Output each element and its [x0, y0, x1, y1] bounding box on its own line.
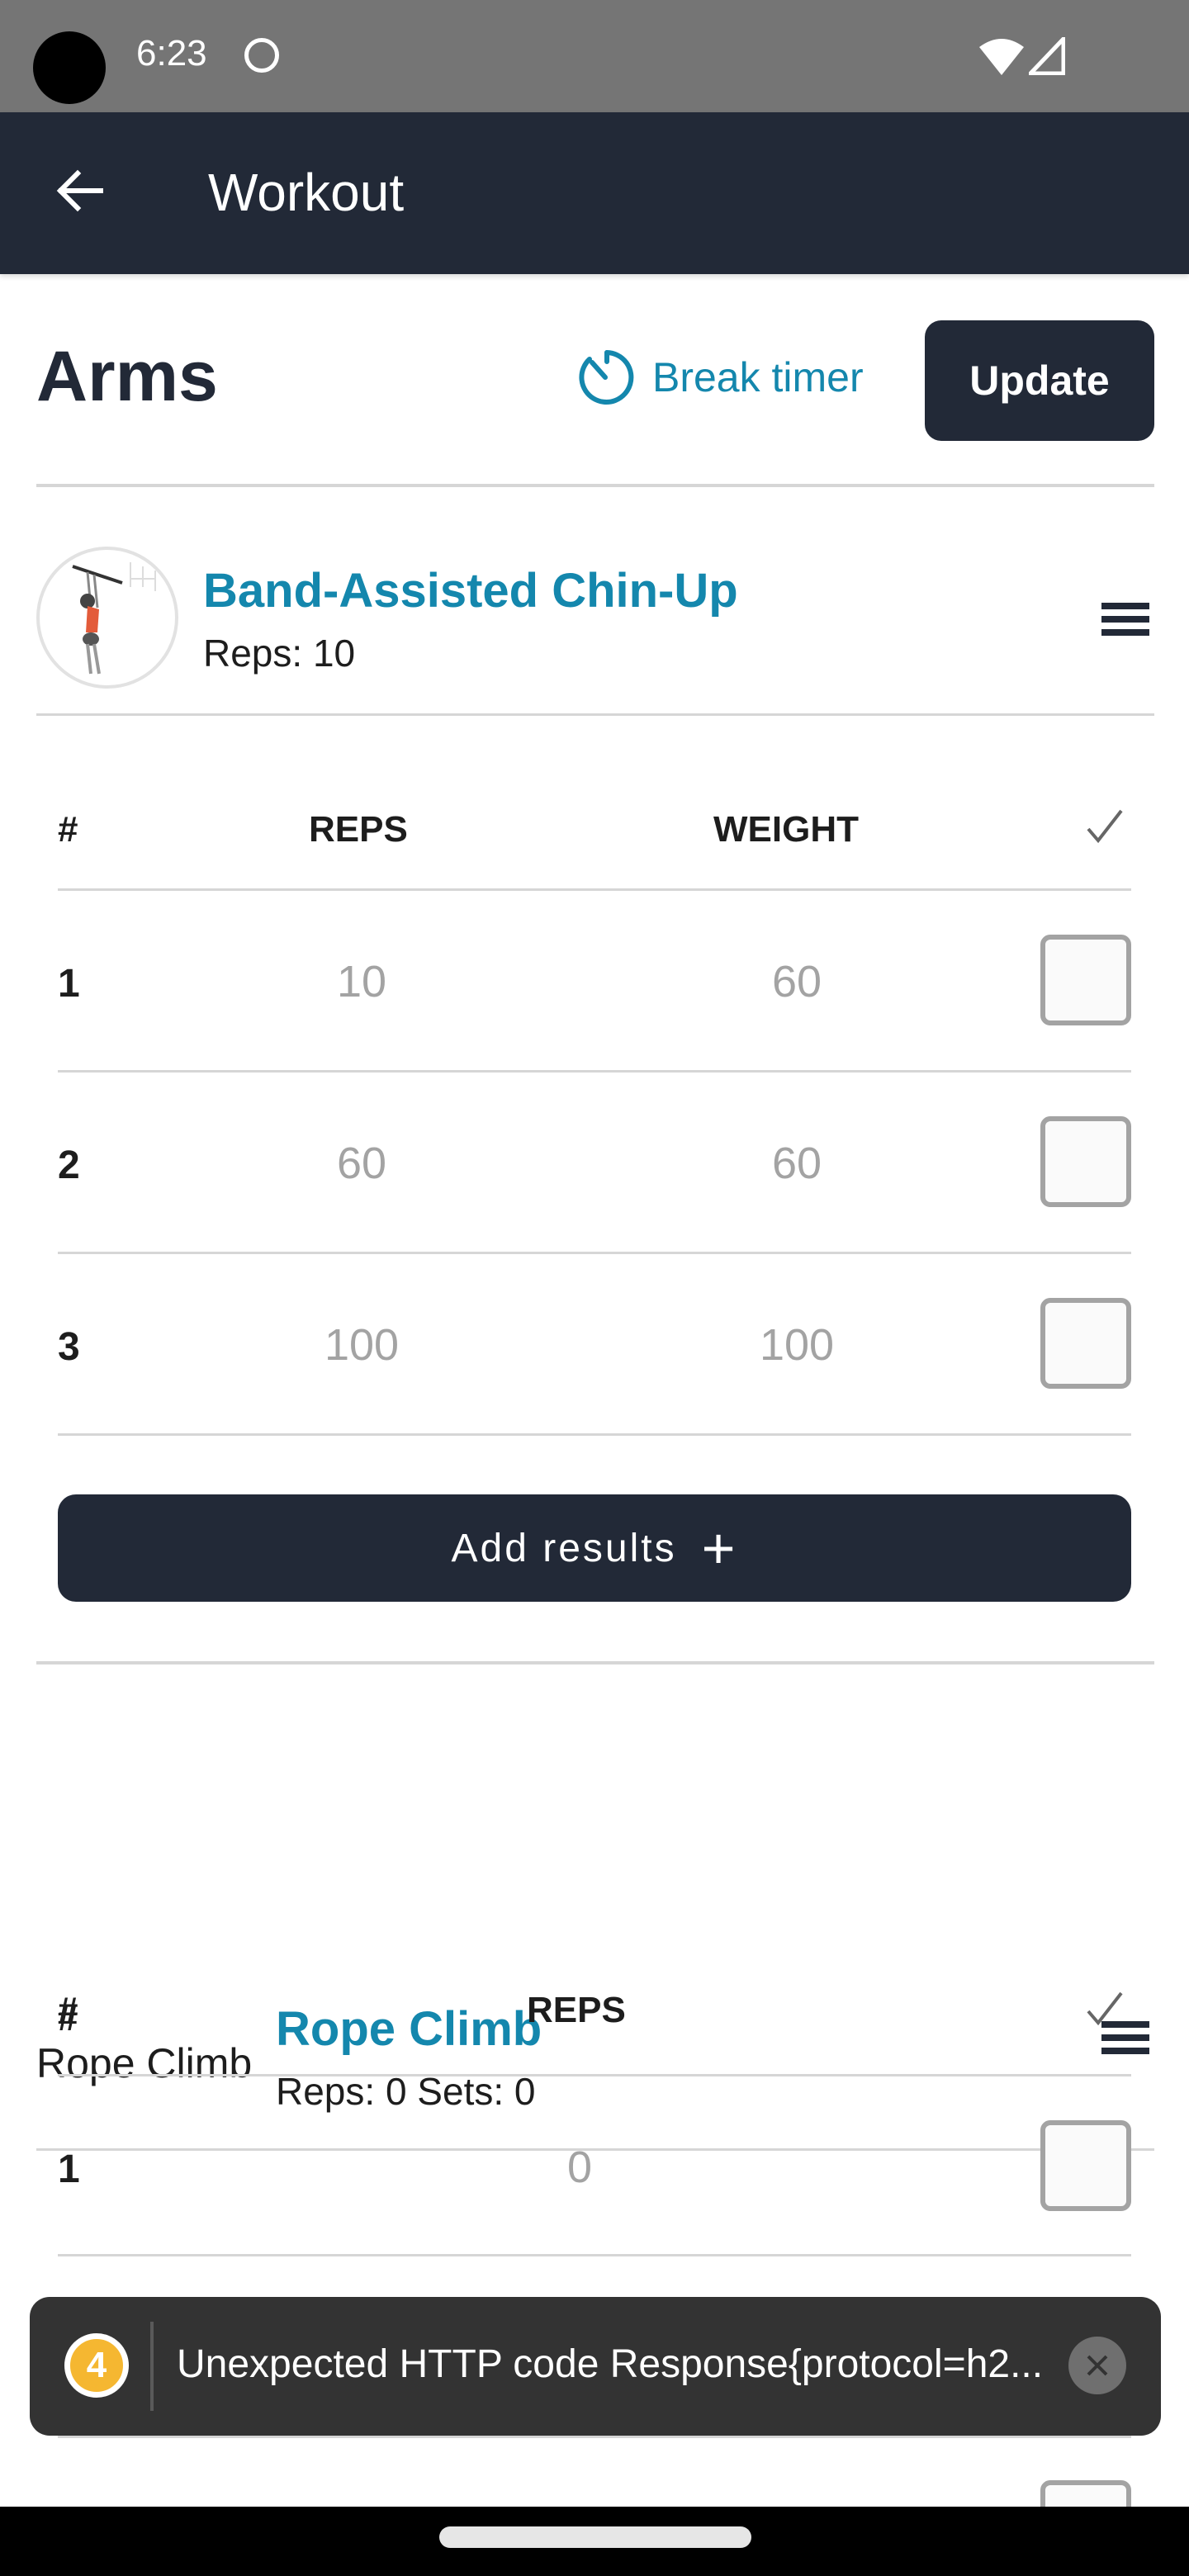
- camera-cutout: [33, 31, 106, 104]
- reps-input[interactable]: 0: [489, 2142, 670, 2193]
- set-number: 1: [58, 962, 80, 1006]
- weight-input[interactable]: 60: [706, 1138, 888, 1189]
- divider: [58, 2436, 1131, 2438]
- toast-close-button[interactable]: [1068, 2337, 1126, 2394]
- divider: [36, 1661, 1154, 1664]
- break-timer-button[interactable]: Break timer: [578, 348, 864, 406]
- system-nav-bar: [0, 2507, 1189, 2576]
- divider: [58, 2254, 1131, 2256]
- exercise-image-alt[interactable]: Rope Climb: [36, 2039, 252, 2087]
- drag-handle-icon[interactable]: [1101, 603, 1149, 636]
- check-icon: [1087, 1991, 1123, 2026]
- close-icon: [1087, 2355, 1108, 2376]
- divider: [36, 484, 1154, 487]
- signal-icon: [1029, 37, 1065, 75]
- exercise-reps: Reps: 10: [203, 632, 356, 675]
- reps-input[interactable]: 10: [271, 956, 452, 1007]
- add-results-button[interactable]: Add results +: [58, 1494, 1131, 1602]
- workout-title: Arms: [36, 337, 218, 416]
- set-done-checkbox[interactable]: [1040, 1116, 1131, 1207]
- divider: [58, 1070, 1131, 1073]
- set-done-checkbox[interactable]: [1040, 2120, 1131, 2211]
- check-icon: [1087, 809, 1123, 844]
- divider: [58, 888, 1131, 891]
- break-timer-label: Break timer: [652, 354, 864, 400]
- add-results-label: Add results: [451, 1526, 677, 1570]
- update-button[interactable]: Update: [925, 320, 1154, 441]
- reps-input[interactable]: 60: [271, 1138, 452, 1189]
- set-done-checkbox[interactable]: [1040, 935, 1131, 1025]
- chin-up-illustration: [72, 562, 156, 675]
- set-number: 3: [58, 1325, 80, 1369]
- timer-icon: [579, 350, 634, 405]
- app-bar: Workout: [0, 112, 1189, 274]
- column-header-reps: REPS: [309, 809, 408, 850]
- set-done-checkbox[interactable]: [1040, 1298, 1131, 1389]
- divider: [36, 713, 1154, 716]
- arrow-left-icon[interactable]: [51, 162, 109, 220]
- error-toast: 4 Unexpected HTTP code Response{protocol…: [30, 2297, 1161, 2436]
- exercise-thumbnail[interactable]: [36, 547, 178, 689]
- weight-input[interactable]: 100: [706, 1319, 888, 1371]
- divider: [58, 1433, 1131, 1436]
- face-icon: [244, 38, 279, 73]
- column-header-weight: WEIGHT: [713, 809, 859, 850]
- exercise-name[interactable]: Rope Climb: [276, 2001, 542, 2057]
- wifi-icon: [979, 39, 1024, 75]
- reps-input[interactable]: 100: [271, 1319, 452, 1371]
- toast-count-badge: 4: [64, 2333, 129, 2398]
- toast-separator: [150, 2322, 154, 2411]
- exercise-name[interactable]: Band-Assisted Chin-Up: [203, 563, 738, 618]
- home-gesture-handle[interactable]: [439, 2526, 751, 2548]
- divider: [58, 1252, 1131, 1254]
- column-header-num: #: [58, 1990, 78, 2030]
- status-bar: 6:23: [0, 0, 1189, 112]
- column-header-reps: REPS: [527, 1990, 626, 2030]
- plus-icon: +: [701, 1516, 738, 1580]
- page-title: Workout: [208, 163, 405, 222]
- toast-message: Unexpected HTTP code Response{protocol=h…: [177, 2342, 1044, 2386]
- set-number: 1: [58, 2147, 80, 2191]
- column-header-num: #: [58, 809, 78, 850]
- divider: [58, 2074, 1131, 2076]
- status-time: 6:23: [136, 33, 207, 73]
- weight-input[interactable]: 60: [706, 956, 888, 1007]
- set-number: 2: [58, 1144, 80, 1187]
